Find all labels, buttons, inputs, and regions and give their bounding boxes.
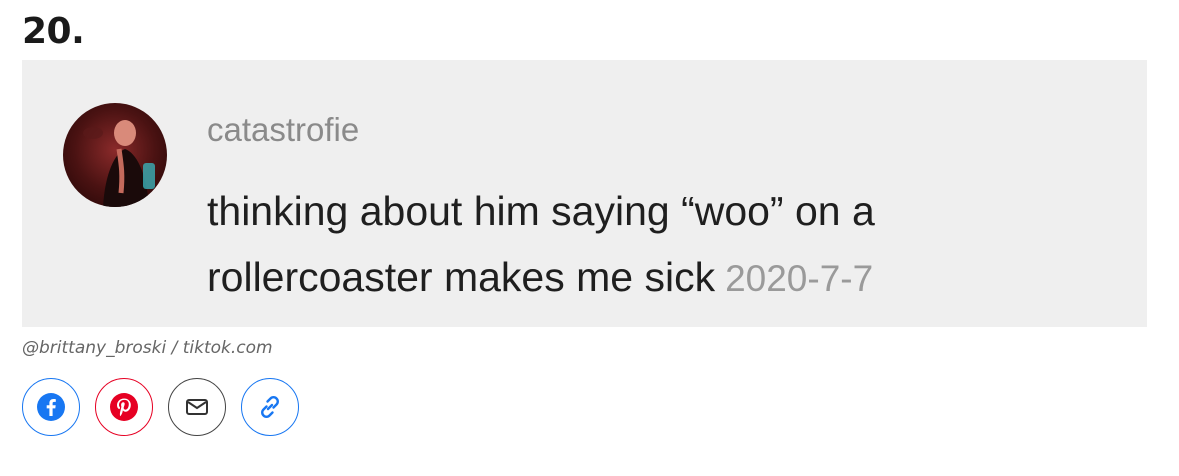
pinterest-icon bbox=[110, 393, 138, 421]
pinterest-share-button[interactable] bbox=[95, 378, 153, 436]
email-share-button[interactable] bbox=[168, 378, 226, 436]
avatar bbox=[63, 103, 167, 207]
link-icon bbox=[261, 396, 279, 418]
envelope-icon bbox=[186, 399, 208, 415]
comment-date: 2020-7-7 bbox=[725, 258, 874, 299]
comment-text-block: thinking about him saying “woo” on a rol… bbox=[207, 178, 1087, 312]
copy-link-button[interactable] bbox=[241, 378, 299, 436]
share-buttons bbox=[22, 378, 299, 438]
image-credit: @brittany_broski / tiktok.com bbox=[22, 338, 273, 358]
comment-username: catastrofie bbox=[207, 111, 360, 148]
tiktok-comment-screenshot: catastrofie thinking about him saying “w… bbox=[22, 60, 1147, 327]
item-number: 20. bbox=[22, 11, 85, 52]
facebook-icon bbox=[37, 393, 65, 421]
facebook-share-button[interactable] bbox=[22, 378, 80, 436]
